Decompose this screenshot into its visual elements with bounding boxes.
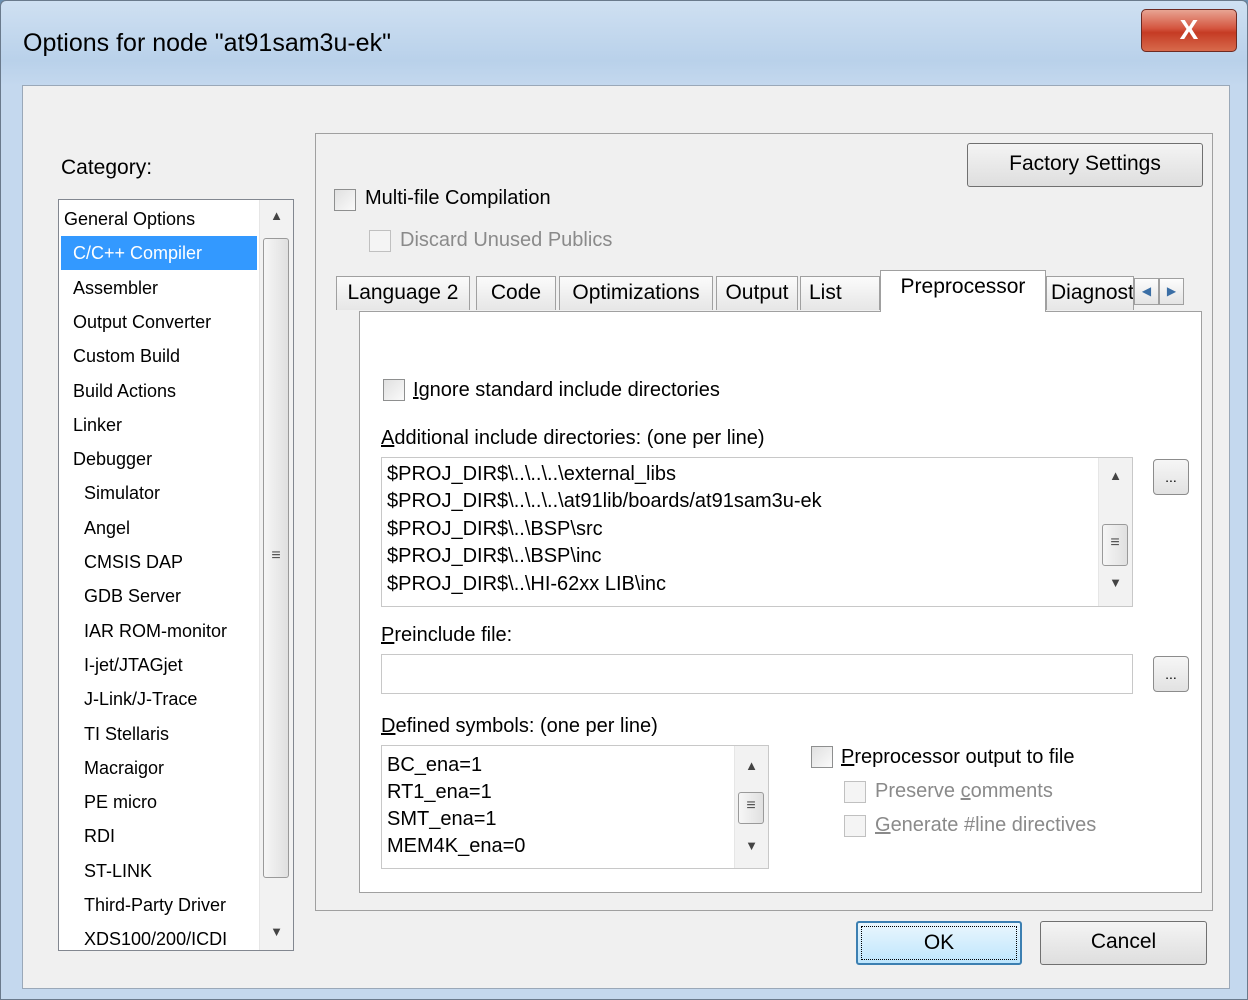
- discard-unused-checkbox[interactable]: [369, 230, 391, 252]
- category-item[interactable]: Macraigor: [61, 751, 257, 785]
- include-dir-line: $PROJ_DIR$\..\BSP\src: [387, 518, 603, 540]
- line-directives-checkbox[interactable]: [844, 815, 866, 837]
- line-directives-label: Generate #line directives: [875, 814, 1097, 836]
- cancel-button[interactable]: Cancel: [1040, 921, 1207, 965]
- tab-optimizations[interactable]: Optimizations: [559, 276, 713, 310]
- category-list[interactable]: General Options C/C++ Compiler Assembler Ou…: [58, 199, 294, 951]
- category-item[interactable]: CMSIS DAP: [61, 545, 257, 579]
- include-dir-line: $PROJ_DIR$\..\BSP\inc: [387, 545, 602, 567]
- close-button[interactable]: X: [1141, 9, 1237, 52]
- defined-symbol-line: BC_ena=1: [387, 754, 483, 776]
- category-item[interactable]: Simulator: [61, 476, 257, 510]
- grip-icon: ≡: [1110, 534, 1120, 551]
- tab-language-2[interactable]: Language 2: [336, 276, 470, 310]
- scroll-down-arrow-icon[interactable]: ▼: [1099, 575, 1132, 590]
- grip-icon: ≡: [746, 797, 756, 814]
- category-item[interactable]: RDI: [61, 819, 257, 853]
- ignore-std-include-label: Ignore standard include directories: [413, 379, 720, 401]
- category-label: Category:: [61, 156, 153, 179]
- include-dirs-textarea[interactable]: $PROJ_DIR$\..\..\..\external_libs $PROJ_…: [381, 457, 1133, 607]
- scroll-thumb[interactable]: ≡: [263, 238, 289, 878]
- ok-button[interactable]: OK: [856, 921, 1022, 965]
- preserve-comments-checkbox[interactable]: [844, 781, 866, 803]
- multifile-label: Multi-file Compilation: [365, 187, 551, 209]
- include-dir-line: $PROJ_DIR$\..\..\..\external_libs: [387, 463, 677, 485]
- scroll-up-arrow-icon[interactable]: ▲: [260, 208, 293, 223]
- dialog-body: Category: General Options C/C++ Compiler A…: [22, 85, 1230, 989]
- scroll-down-arrow-icon[interactable]: ▼: [735, 838, 768, 853]
- defined-symbol-line: SMT_ena=1: [387, 808, 497, 830]
- scroll-thumb[interactable]: ≡: [1102, 524, 1128, 566]
- tab-diagnostics[interactable]: Diagnostics: [1046, 276, 1134, 310]
- category-item[interactable]: Third-Party Driver: [61, 888, 257, 922]
- preprocessor-output-checkbox[interactable]: [811, 746, 833, 768]
- tab-scroll-right-icon[interactable]: ▶: [1159, 278, 1184, 305]
- category-item[interactable]: C/C++ Compiler: [61, 236, 257, 271]
- defined-symbol-line: MEM4K_ena=0: [387, 835, 526, 857]
- category-item[interactable]: I-jet/JTAGjet: [61, 648, 257, 682]
- discard-unused-label: Discard Unused Publics: [400, 229, 613, 251]
- ignore-std-include-checkbox[interactable]: [383, 379, 405, 401]
- tab-code[interactable]: Code: [476, 276, 556, 310]
- include-dirs-scrollbar[interactable]: ▲ ≡ ▼: [1098, 458, 1132, 606]
- tab-preprocessor[interactable]: Preprocessor: [880, 270, 1046, 312]
- multifile-checkbox[interactable]: [334, 189, 356, 211]
- preprocessor-output-label: Preprocessor output to file: [841, 746, 1075, 768]
- category-item[interactable]: General Options: [61, 202, 257, 236]
- defined-symbol-line: RT1_ena=1: [387, 781, 492, 803]
- category-item[interactable]: XDS100/200/ICDI: [61, 922, 257, 950]
- scroll-thumb[interactable]: ≡: [738, 792, 764, 824]
- category-scrollbar[interactable]: ▲ ≡ ▼: [259, 200, 293, 950]
- window-title: Options for node "at91sam3u-ek": [23, 29, 391, 57]
- scroll-up-arrow-icon[interactable]: ▲: [735, 758, 768, 773]
- include-dirs-label: Additional include directories: (one per…: [381, 427, 765, 449]
- category-item[interactable]: IAR ROM-monitor: [61, 614, 257, 648]
- scroll-down-arrow-icon[interactable]: ▼: [260, 924, 293, 939]
- scroll-up-arrow-icon[interactable]: ▲: [1099, 468, 1132, 483]
- focus-rect: [861, 926, 1017, 960]
- category-item[interactable]: Angel: [61, 511, 257, 545]
- include-dirs-browse-button[interactable]: ...: [1153, 459, 1189, 495]
- preinclude-label: Preinclude file:: [381, 624, 513, 646]
- include-dir-line: $PROJ_DIR$\..\..\..\at91lib/boards/at91s…: [387, 490, 822, 512]
- category-item[interactable]: Debugger: [61, 442, 257, 476]
- category-item[interactable]: TI Stellaris: [61, 717, 257, 751]
- factory-settings-button[interactable]: Factory Settings: [967, 143, 1203, 187]
- category-item[interactable]: Linker: [61, 408, 257, 442]
- category-item[interactable]: ST-LINK: [61, 854, 257, 888]
- category-item[interactable]: Custom Build: [61, 339, 257, 373]
- title-bar[interactable]: Options for node "at91sam3u-ek" X: [1, 1, 1247, 85]
- category-item[interactable]: J-Link/J-Trace: [61, 682, 257, 716]
- tab-output[interactable]: Output: [716, 276, 798, 310]
- defined-symbols-textarea[interactable]: BC_ena=1 RT1_ena=1 SMT_ena=1 MEM4K_ena=0…: [381, 745, 769, 869]
- grip-icon: ≡: [271, 547, 281, 564]
- category-item[interactable]: Assembler: [61, 271, 257, 305]
- category-item[interactable]: Build Actions: [61, 374, 257, 408]
- options-dialog: Options for node "at91sam3u-ek" X Catego…: [0, 0, 1248, 1000]
- category-item[interactable]: Output Converter: [61, 305, 257, 339]
- category-item[interactable]: PE micro: [61, 785, 257, 819]
- preserve-comments-label: Preserve comments: [875, 780, 1053, 802]
- preinclude-browse-button[interactable]: ...: [1153, 656, 1189, 692]
- defined-symbols-label: Defined symbols: (one per line): [381, 715, 658, 737]
- include-dir-line: $PROJ_DIR$\..\HI-62xx LIB\inc: [387, 573, 666, 595]
- close-icon: X: [1179, 14, 1199, 45]
- preinclude-input[interactable]: [381, 654, 1133, 694]
- tab-scroll-left-icon[interactable]: ◀: [1134, 278, 1159, 305]
- tab-list[interactable]: List: [800, 276, 880, 310]
- defined-symbols-scrollbar[interactable]: ▲ ≡ ▼: [734, 746, 768, 868]
- category-item[interactable]: GDB Server: [61, 579, 257, 613]
- preprocessor-page: Ignore standard include directories Addi…: [359, 311, 1202, 893]
